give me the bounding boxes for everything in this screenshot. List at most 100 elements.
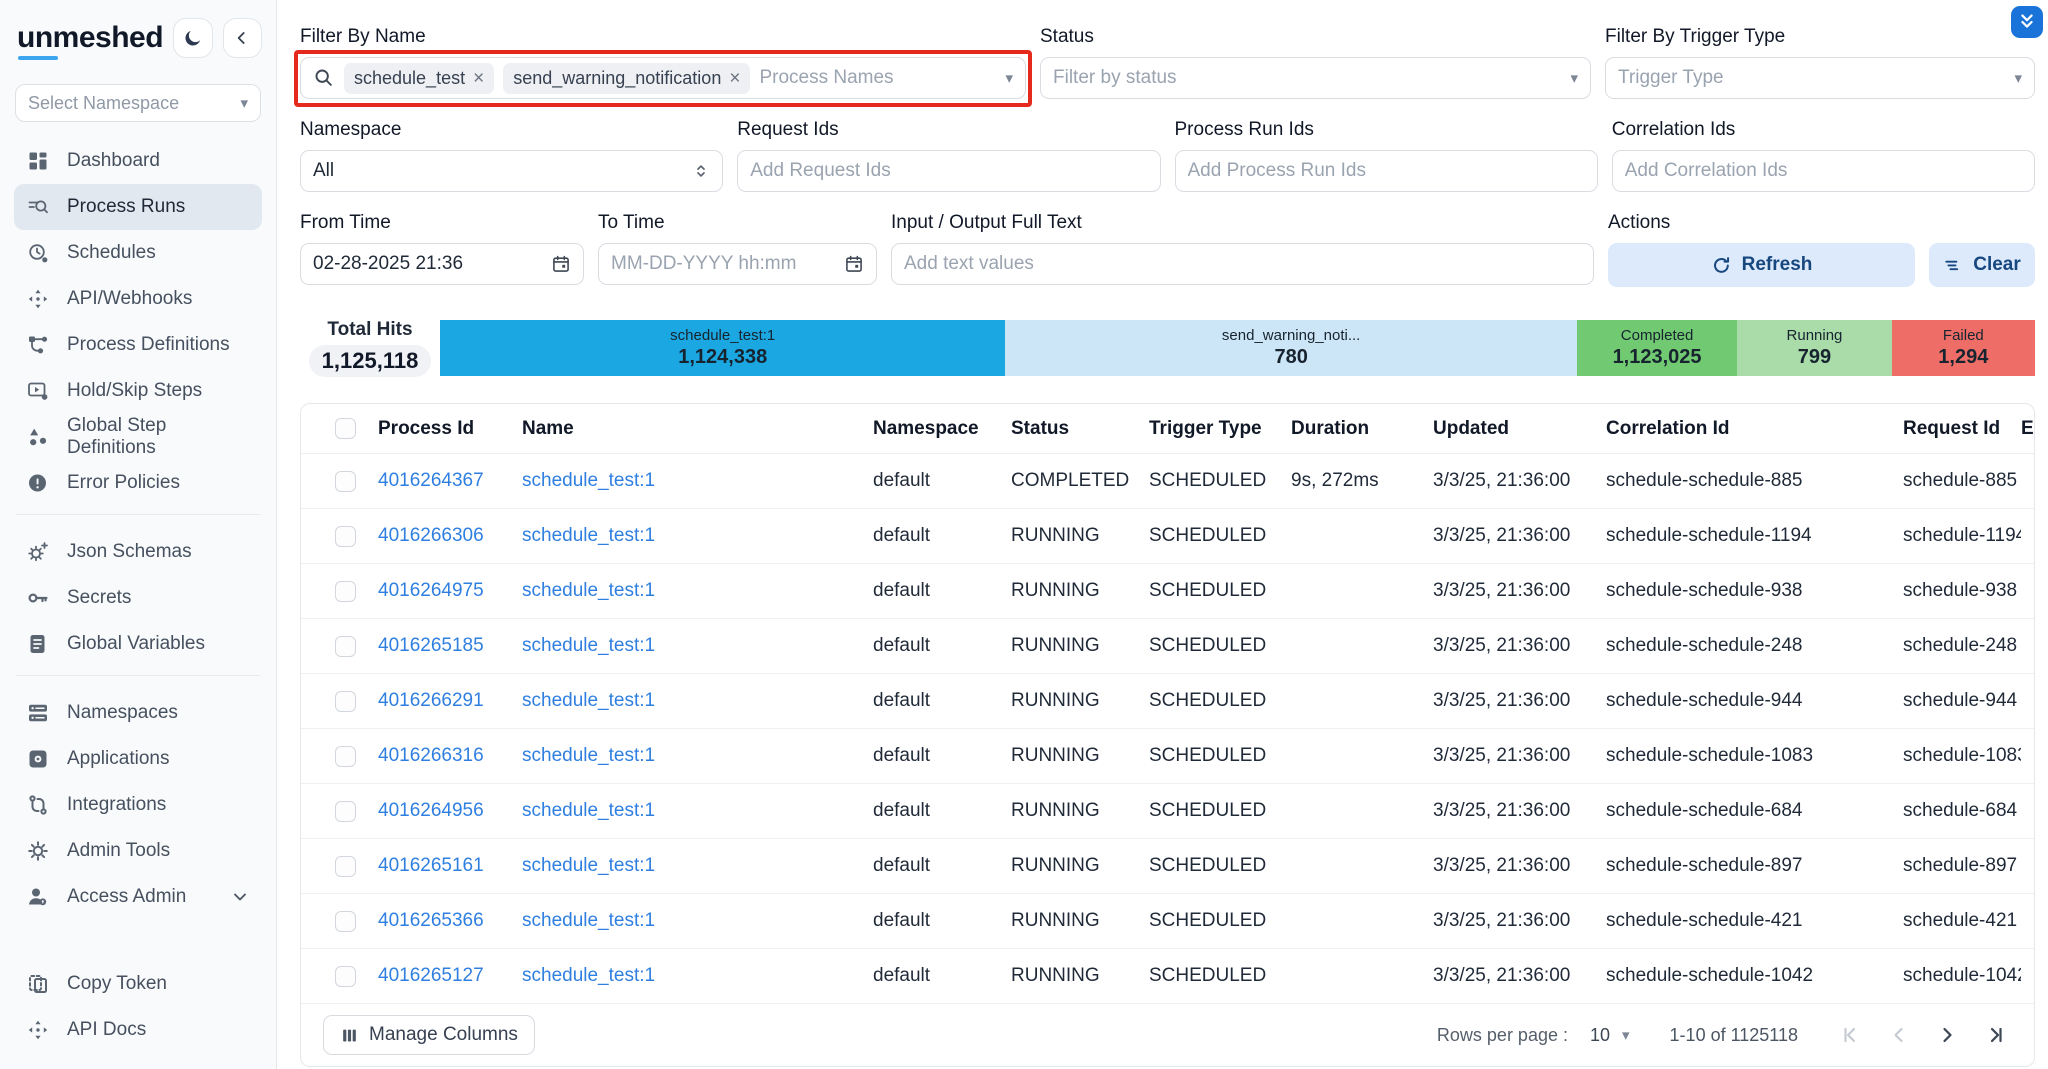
row-checkbox[interactable] xyxy=(335,691,356,712)
sidebar-item-hold-skip-steps[interactable]: Hold/Skip Steps xyxy=(14,368,262,414)
row-checkbox[interactable] xyxy=(335,746,356,767)
process-id-link[interactable]: 4016266316 xyxy=(378,745,484,766)
select-all-checkbox[interactable] xyxy=(335,418,356,439)
cell-updated: 3/3/25, 21:36:00 xyxy=(1433,525,1606,547)
manage-columns-button[interactable]: Manage Columns xyxy=(323,1015,535,1055)
process-name-link[interactable]: schedule_test:1 xyxy=(522,525,655,546)
to-time-field[interactable] xyxy=(598,243,877,285)
sidebar-item-applications[interactable]: Applications xyxy=(14,736,262,782)
process-id-link[interactable]: 4016264367 xyxy=(378,470,484,491)
sidebar-collapse-button[interactable] xyxy=(223,18,262,58)
sidebar-item-schedules[interactable]: Schedules xyxy=(14,230,262,276)
previous-page-button[interactable] xyxy=(1882,1018,1916,1052)
row-checkbox[interactable] xyxy=(335,856,356,877)
process-run-ids-input[interactable] xyxy=(1188,160,1585,182)
row-checkbox[interactable] xyxy=(335,581,356,602)
sidebar-item-namespaces[interactable]: Namespaces xyxy=(14,690,262,736)
process-names-filter-input[interactable]: schedule_test × send_warning_notificatio… xyxy=(300,57,1026,99)
row-checkbox[interactable] xyxy=(335,526,356,547)
copy-icon xyxy=(26,972,50,996)
sidebar-item-dashboard[interactable]: Dashboard xyxy=(14,138,262,184)
row-checkbox[interactable] xyxy=(335,636,356,657)
theme-toggle-button[interactable] xyxy=(173,18,212,58)
fulltext-input[interactable] xyxy=(904,253,1581,275)
process-name-link[interactable]: schedule_test:1 xyxy=(522,965,655,986)
namespace-filter-select[interactable]: All xyxy=(300,150,723,192)
global-step-definitions-icon xyxy=(26,425,50,449)
refresh-button[interactable]: Refresh xyxy=(1608,243,1915,287)
process-id-link[interactable]: 4016265185 xyxy=(378,635,484,656)
process-name-link[interactable]: schedule_test:1 xyxy=(522,690,655,711)
process-id-link[interactable]: 4016265161 xyxy=(378,855,484,876)
process-name-link[interactable]: schedule_test:1 xyxy=(522,580,655,601)
segment-value: 1,294 xyxy=(1938,346,1988,369)
sidebar-item-integrations[interactable]: Integrations xyxy=(14,782,262,828)
trigger-type-select[interactable]: Trigger Type ▾ xyxy=(1605,57,2035,99)
process-name-link[interactable]: schedule_test:1 xyxy=(522,745,655,766)
correlation-ids-input[interactable] xyxy=(1625,160,2022,182)
cell-request-id: schedule-938 xyxy=(1903,580,2021,602)
table-row: 4016265366 schedule_test:1 default RUNNI… xyxy=(301,894,2034,949)
sidebar-item-process-runs[interactable]: Process Runs xyxy=(14,184,262,230)
process-name-link[interactable]: schedule_test:1 xyxy=(522,910,655,931)
sidebar-item-copy-token[interactable]: Copy Token xyxy=(14,961,262,1007)
request-ids-field[interactable] xyxy=(737,150,1160,192)
next-page-button[interactable] xyxy=(1930,1018,1964,1052)
fulltext-field[interactable] xyxy=(891,243,1594,285)
from-time-field[interactable] xyxy=(300,243,584,285)
chip-remove-icon[interactable]: × xyxy=(473,69,484,88)
cell-trigger-type: SCHEDULED xyxy=(1149,580,1291,602)
process-id-link[interactable]: 4016264975 xyxy=(378,580,484,601)
sidebar-item-error-policies[interactable]: Error Policies xyxy=(14,460,262,506)
sidebar-item-admin-tools[interactable]: Admin Tools xyxy=(14,828,262,874)
calendar-icon[interactable] xyxy=(844,254,864,274)
process-run-ids-label: Process Run Ids xyxy=(1175,119,1598,141)
cell-status: RUNNING xyxy=(1011,800,1149,822)
process-id-link[interactable]: 4016266306 xyxy=(378,525,484,546)
sidebar-item-api-webhooks[interactable]: API/Webhooks xyxy=(14,276,262,322)
sidebar-item-global-variables[interactable]: Global Variables xyxy=(14,621,262,667)
correlation-ids-field[interactable] xyxy=(1612,150,2035,192)
process-name-link[interactable]: schedule_test:1 xyxy=(522,855,655,876)
from-time-input[interactable] xyxy=(313,253,542,275)
process-run-ids-field[interactable] xyxy=(1175,150,1598,192)
sidebar-item-label: Access Admin xyxy=(67,886,186,908)
sidebar-item-process-definitions[interactable]: Process Definitions xyxy=(14,322,262,368)
chevron-down-icon[interactable]: ▾ xyxy=(1005,71,1013,86)
process-id-link[interactable]: 4016265366 xyxy=(378,910,484,931)
api-docs-icon xyxy=(26,1018,50,1042)
last-page-button[interactable] xyxy=(1978,1018,2012,1052)
sidebar-item-json-schemas[interactable]: Json Schemas xyxy=(14,529,262,575)
process-name-link[interactable]: schedule_test:1 xyxy=(522,635,655,656)
schedule-clock-icon xyxy=(26,241,50,265)
process-name-link[interactable]: schedule_test:1 xyxy=(522,470,655,491)
row-checkbox[interactable] xyxy=(335,911,356,932)
sidebar-item-secrets[interactable]: Secrets xyxy=(14,575,262,621)
process-id-link[interactable]: 4016264956 xyxy=(378,800,484,821)
clear-button[interactable]: Clear xyxy=(1929,243,2035,287)
sidebar-item-global-step-definitions[interactable]: Global Step Definitions xyxy=(14,414,262,460)
process-name-link[interactable]: schedule_test:1 xyxy=(522,800,655,821)
chip-remove-icon[interactable]: × xyxy=(729,69,740,88)
rows-per-page-select[interactable]: 10 ▾ xyxy=(1590,1025,1630,1046)
row-checkbox[interactable] xyxy=(335,801,356,822)
segment-value: 1,123,025 xyxy=(1613,346,1702,369)
column-header-status: Status xyxy=(1011,418,1149,440)
actions-label: Actions xyxy=(1608,212,2035,234)
cell-correlation-id: schedule-schedule-1042 xyxy=(1606,965,1903,987)
row-checkbox[interactable] xyxy=(335,471,356,492)
status-filter-select[interactable]: Filter by status ▾ xyxy=(1040,57,1591,99)
sidebar-item-access-admin[interactable]: Access Admin xyxy=(14,874,262,920)
process-id-link[interactable]: 4016265127 xyxy=(378,965,484,986)
cell-status: RUNNING xyxy=(1011,855,1149,877)
namespace-select[interactable]: Select Namespace ▾ xyxy=(15,84,261,122)
sidebar-item-api-docs[interactable]: API Docs xyxy=(14,1007,262,1053)
request-ids-input[interactable] xyxy=(750,160,1147,182)
first-page-button[interactable] xyxy=(1834,1018,1868,1052)
cell-updated: 3/3/25, 21:36:00 xyxy=(1433,910,1606,932)
scroll-down-badge-button[interactable] xyxy=(2011,6,2043,38)
process-id-link[interactable]: 4016266291 xyxy=(378,690,484,711)
to-time-input[interactable] xyxy=(611,253,835,275)
row-checkbox[interactable] xyxy=(335,966,356,987)
calendar-icon[interactable] xyxy=(551,254,571,274)
